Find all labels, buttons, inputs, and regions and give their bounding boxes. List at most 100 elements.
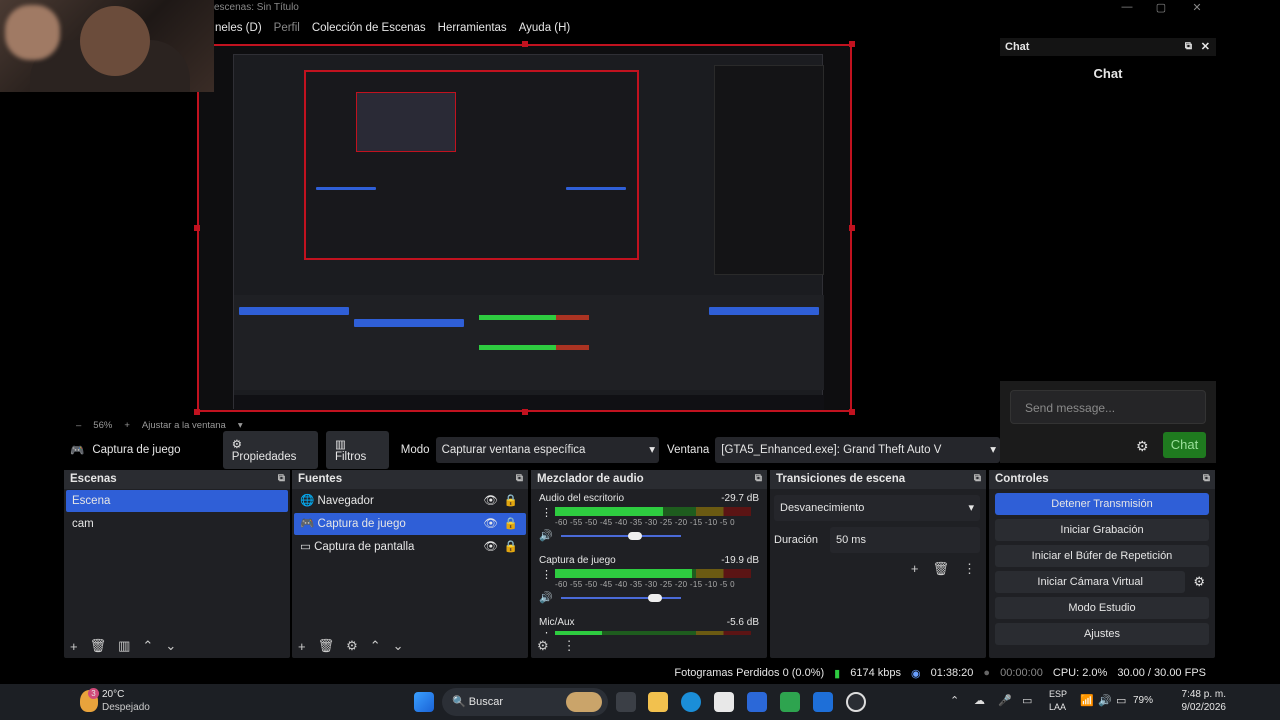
mic-icon[interactable]: 🎤 xyxy=(998,694,1012,707)
studio-mode-button[interactable]: Modo Estudio xyxy=(995,597,1209,619)
volume-knob[interactable] xyxy=(628,532,643,540)
edge-icon[interactable] xyxy=(681,692,701,712)
float-icon[interactable]: ⧉ xyxy=(1185,41,1192,52)
close-icon[interactable]: ✕ xyxy=(1201,40,1210,53)
task-view-icon[interactable] xyxy=(616,692,636,712)
clock-time[interactable]: 7:48 p. m. xyxy=(1164,689,1226,700)
add-icon[interactable]: + xyxy=(70,639,78,654)
float-icon[interactable]: ⧉ xyxy=(974,473,981,484)
transform-handle[interactable] xyxy=(849,41,855,47)
outlook-icon[interactable] xyxy=(813,692,833,712)
chevron-down-icon[interactable]: ▾ xyxy=(238,420,243,431)
start-icon[interactable] xyxy=(414,692,434,712)
preview-canvas[interactable] xyxy=(197,44,852,412)
start-replay-buffer-button[interactable]: Iniciar el Búfer de Repetición xyxy=(995,545,1209,567)
gear-icon[interactable]: ⚙ xyxy=(1193,574,1205,590)
more-icon[interactable]: ⋮ xyxy=(563,638,576,654)
trash-icon[interactable]: 🗑 xyxy=(932,561,949,577)
store-icon[interactable] xyxy=(714,692,734,712)
transform-handle[interactable] xyxy=(522,409,528,415)
float-icon[interactable]: ⧉ xyxy=(516,473,523,484)
eye-icon[interactable]: 👁 xyxy=(483,490,498,512)
source-item[interactable]: 🌐 Navegador 👁 🔒 xyxy=(294,490,526,512)
speaker-icon[interactable]: 🔊 xyxy=(539,591,553,604)
source-item[interactable]: ▭ Captura de pantalla 👁 🔒 xyxy=(294,536,526,558)
gear-icon[interactable]: ⚙ xyxy=(537,638,549,654)
wifi-icon[interactable]: 📶 xyxy=(1080,694,1094,707)
close-button[interactable]: ✕ xyxy=(1182,1,1212,14)
region[interactable]: LAA xyxy=(1049,702,1066,712)
scene-item[interactable]: Escena xyxy=(66,490,288,512)
zoom-out-button[interactable]: – xyxy=(76,420,81,431)
volume-slider[interactable] xyxy=(561,532,681,540)
taskbar-search[interactable]: 🔍 Buscar xyxy=(442,688,608,716)
window-select[interactable]: [GTA5_Enhanced.exe]: Grand Theft Auto V ▾ xyxy=(715,437,1000,463)
menu-item-perfil[interactable]: Perfil xyxy=(274,22,300,34)
lock-icon[interactable]: 🔒 xyxy=(504,536,518,558)
display-icon[interactable]: ▭ xyxy=(1022,694,1032,707)
volume-slider[interactable] xyxy=(561,594,681,602)
volume-knob[interactable] xyxy=(647,594,662,602)
gear-icon[interactable]: ⚙ xyxy=(1136,438,1150,454)
duration-input[interactable]: 50 ms xyxy=(830,527,980,553)
source-item[interactable]: 🎮 Captura de juego 👁 🔒 xyxy=(294,513,526,535)
trash-icon[interactable]: 🗑 xyxy=(318,638,335,654)
transform-handle[interactable] xyxy=(194,409,200,415)
menu-item-ayuda[interactable]: Ayuda (H) xyxy=(519,22,571,34)
filters-button[interactable]: ▥ Filtros xyxy=(325,431,389,469)
transition-select[interactable]: Desvanecimiento ▾ xyxy=(774,495,980,521)
menu-item-paneles[interactable]: neles (D) xyxy=(215,22,262,34)
eye-icon[interactable]: 👁 xyxy=(483,536,498,558)
chevron-up-icon[interactable]: ⌃ xyxy=(370,638,381,654)
xbox-icon[interactable] xyxy=(780,692,800,712)
clock-date[interactable]: 9/02/2026 xyxy=(1164,702,1227,713)
add-icon[interactable]: + xyxy=(298,639,306,654)
chevron-up-icon[interactable]: ⌃ xyxy=(142,638,153,654)
zoom-in-button[interactable]: + xyxy=(124,420,130,431)
scene-item[interactable]: cam xyxy=(66,513,288,535)
tray-chevron-icon[interactable]: ⌃ xyxy=(950,694,959,707)
settings-button[interactable]: Ajustes xyxy=(995,623,1209,645)
float-icon[interactable]: ⧉ xyxy=(755,473,762,484)
chat-send-button[interactable]: Chat xyxy=(1163,432,1206,458)
chat-input[interactable]: Send message... xyxy=(1010,390,1206,424)
cloud-icon[interactable]: ☁ xyxy=(974,694,985,707)
eye-icon[interactable]: 👁 xyxy=(483,513,498,535)
start-virtual-camera-button[interactable]: Iniciar Cámara Virtual xyxy=(995,571,1186,593)
properties-button[interactable]: ⚙ Propiedades xyxy=(222,431,318,469)
minimize-button[interactable]: — xyxy=(1112,1,1142,13)
menu-item-coleccion-escenas[interactable]: Colección de Escenas xyxy=(312,22,426,34)
lock-icon[interactable]: 🔒 xyxy=(504,513,518,535)
start-recording-button[interactable]: Iniciar Grabación xyxy=(995,519,1209,541)
more-icon[interactable]: ⋮ xyxy=(963,561,976,577)
transform-handle[interactable] xyxy=(522,41,528,47)
add-icon[interactable]: + xyxy=(911,561,919,577)
transform-handle[interactable] xyxy=(849,225,855,231)
trash-icon[interactable]: 🗑 xyxy=(90,638,107,654)
source-toolbar: 🎮 Captura de juego ⚙ Propiedades ▥ Filtr… xyxy=(64,431,1000,469)
transform-handle[interactable] xyxy=(849,409,855,415)
mode-select[interactable]: Capturar ventana específica ▾ xyxy=(435,437,660,463)
obs-icon[interactable] xyxy=(846,692,866,712)
maximize-button[interactable]: ▢ xyxy=(1146,1,1176,14)
speaker-icon[interactable]: 🔊 xyxy=(539,529,553,542)
float-icon[interactable]: ⧉ xyxy=(1203,473,1210,484)
more-icon[interactable]: ⋮ xyxy=(541,568,552,581)
float-icon[interactable]: ⧉ xyxy=(278,473,285,484)
recursive-preview xyxy=(304,70,639,260)
battery-icon[interactable]: ▭ xyxy=(1116,694,1126,707)
file-explorer-icon[interactable] xyxy=(648,692,668,712)
chevron-down-icon[interactable]: ⌄ xyxy=(393,638,404,654)
gear-icon[interactable]: ⚙ xyxy=(346,638,358,654)
transform-handle[interactable] xyxy=(194,225,200,231)
fit-window-select[interactable]: Ajustar a la ventana xyxy=(142,420,226,431)
volume-icon[interactable]: 🔊 xyxy=(1098,694,1112,707)
lock-icon[interactable]: 🔒 xyxy=(504,490,518,512)
menu-item-herramientas[interactable]: Herramientas xyxy=(438,22,507,34)
app-icon[interactable] xyxy=(747,692,767,712)
more-icon[interactable]: ⋮ xyxy=(541,506,552,519)
chevron-down-icon[interactable]: ⌄ xyxy=(165,638,176,654)
stop-streaming-button[interactable]: Detener Transmisión xyxy=(995,493,1209,515)
filter-icon[interactable]: ▥ xyxy=(118,638,130,654)
language[interactable]: ESP xyxy=(1049,689,1067,699)
